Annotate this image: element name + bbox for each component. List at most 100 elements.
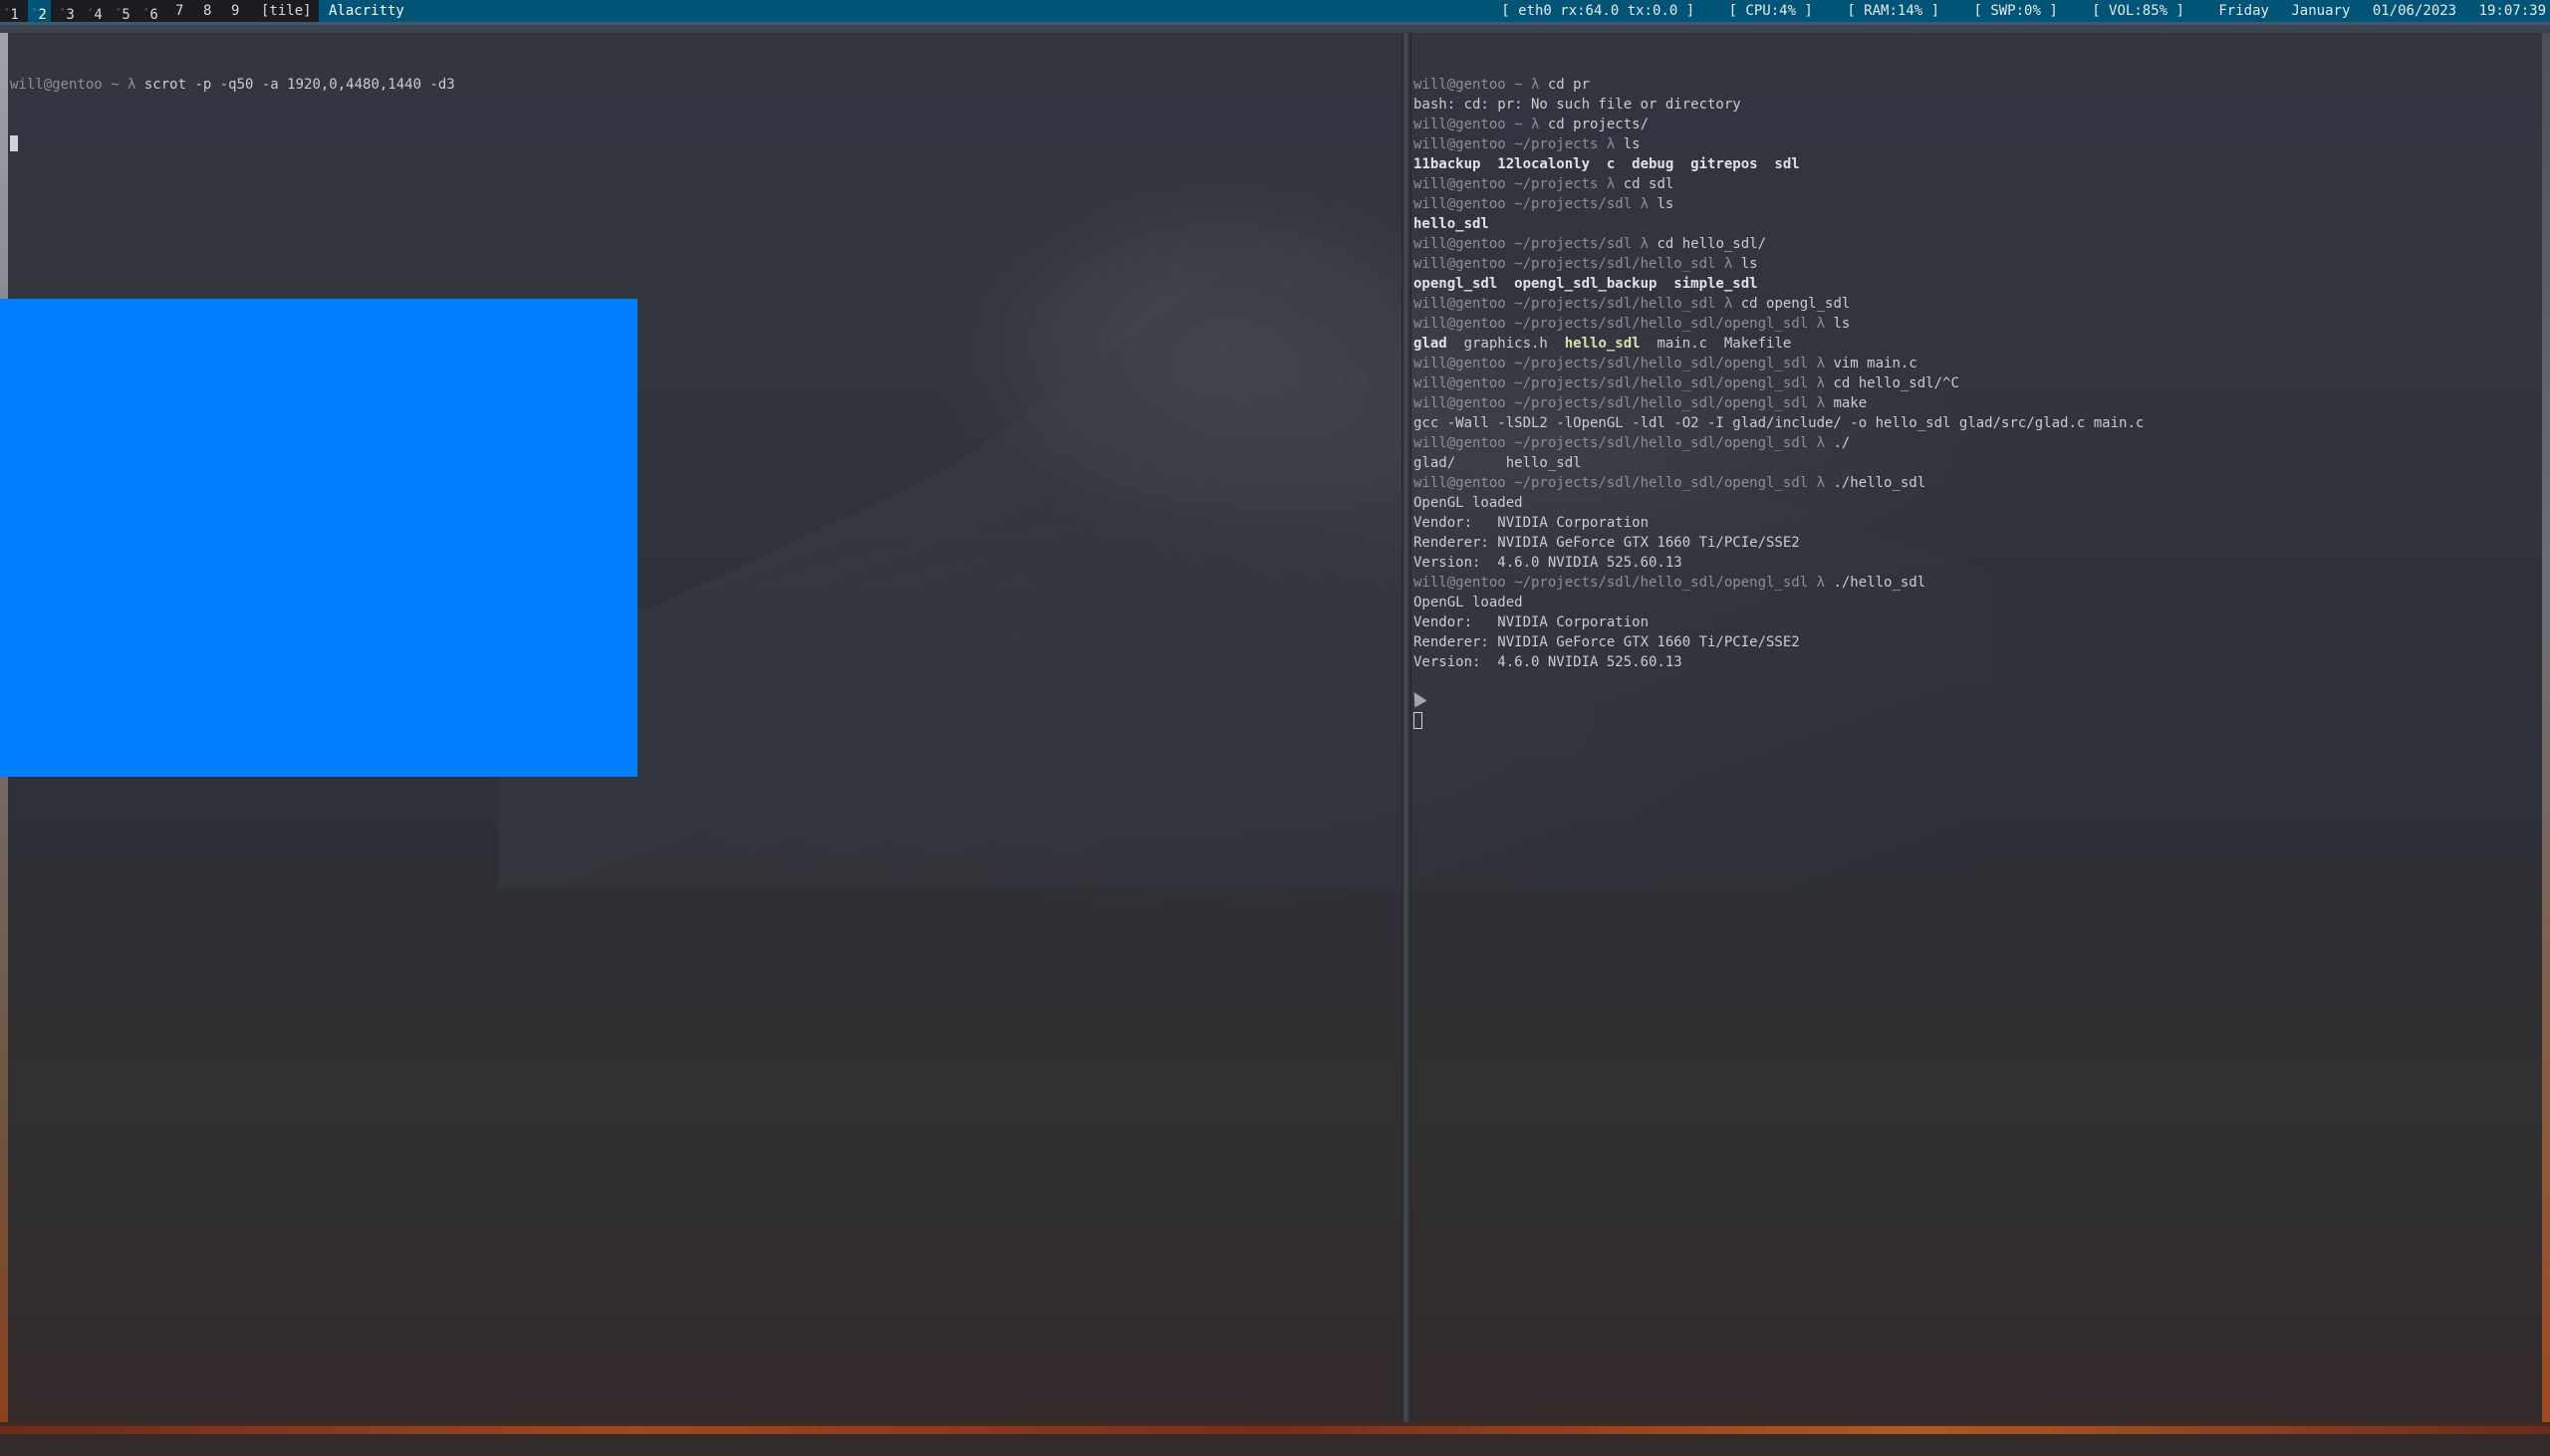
workspace-label: 1 bbox=[10, 7, 19, 23]
terminal-output-text: Renderer: NVIDIA GeForce GTX 1660 Ti/PCI… bbox=[1413, 634, 1800, 650]
workspace-occupied-indicator: ◦ bbox=[4, 6, 10, 16]
terminal-output-text: Vendor: NVIDIA Corporation bbox=[1413, 614, 1650, 630]
terminal-line: will@gentoo ~/projects/sdl/hello_sdl/ope… bbox=[1413, 473, 2540, 493]
terminal-line: will@gentoo ~ λ cd pr bbox=[1413, 75, 2540, 95]
terminal-command: cd hello_sdl/ bbox=[1649, 236, 1767, 252]
terminal-line: Version: 4.6.0 NVIDIA 525.60.13 bbox=[1413, 553, 2540, 573]
terminal-prompt: will@gentoo ~/projects/sdl/hello_sdl/ope… bbox=[1413, 395, 1826, 411]
terminal-line: Vendor: NVIDIA Corporation bbox=[1413, 612, 2540, 632]
top-bar: ◦1 ◦2 ◦3 ◦4 ◦5 ◦6 7 8 9 [tile] Alacritty [ eth0 … bbox=[0, 0, 2550, 23]
workspace-occupied-indicator: ◦ bbox=[116, 6, 122, 16]
status-date: 01/06/2023 bbox=[2372, 3, 2457, 19]
workspace-occupied-indicator: ◦ bbox=[60, 6, 66, 16]
status-swap: [ SWP:0% ] bbox=[1973, 3, 2058, 19]
terminal-prompt: will@gentoo ~ λ bbox=[1413, 117, 1540, 132]
terminal-ls-file: main.c Makefile bbox=[1640, 336, 1792, 352]
terminal-line: will@gentoo ~/projects/sdl λ cd hello_sd… bbox=[1413, 234, 2540, 254]
terminal-line: will@gentoo ~/projects/sdl λ ls bbox=[1413, 194, 2540, 214]
terminal-line: will@gentoo ~/projects/sdl/hello_sdl/ope… bbox=[1413, 314, 2540, 334]
terminal-line: will@gentoo ~ λ cd projects/ bbox=[1413, 115, 2540, 134]
terminal-prompt: will@gentoo ~/projects/sdl/hello_sdl/ope… bbox=[1413, 435, 1826, 451]
terminal-command: ls bbox=[1732, 256, 1758, 272]
workspace-label: 9 bbox=[231, 3, 240, 19]
layout-indicator[interactable]: [tile] bbox=[261, 0, 312, 22]
status-time: 19:07:39 bbox=[2478, 3, 2546, 19]
terminal-command: scrot -p -q50 -a 1920,0,4480,1440 -d3 bbox=[135, 77, 455, 93]
wallpaper-bottom-strip bbox=[0, 1426, 2550, 1434]
workspace-label: 2 bbox=[38, 7, 47, 23]
terminal-line: OpenGL loaded bbox=[1413, 593, 2540, 612]
sdl-window[interactable] bbox=[0, 299, 638, 777]
terminal-line bbox=[1413, 712, 2540, 732]
terminal-ls-output: opengl_sdl opengl_sdl_backup simple_sdl bbox=[1413, 276, 1758, 292]
terminal-command: ls bbox=[1615, 136, 1641, 152]
terminal-prompt: will@gentoo ~ λ bbox=[10, 77, 136, 93]
terminal-output-text: Version: 4.6.0 NVIDIA 525.60.13 bbox=[1413, 555, 1682, 571]
terminal-prompt: will@gentoo ~/projects/sdl/hello_sdl/ope… bbox=[1413, 375, 1826, 391]
workspace-tag-2[interactable]: ◦2 bbox=[28, 0, 51, 23]
right-edge bbox=[2542, 33, 2550, 1422]
workspace-tag-4[interactable]: ◦4 bbox=[84, 0, 107, 23]
terminal-line: will@gentoo ~/projects/sdl/hello_sdl/ope… bbox=[1413, 393, 2540, 413]
terminal-output-text: OpenGL loaded bbox=[1413, 595, 1523, 610]
terminal-line: will@gentoo ~/projects/sdl/hello_sdl λ c… bbox=[1413, 294, 2540, 314]
workspace-label: 7 bbox=[175, 3, 184, 19]
terminal-prompt: will@gentoo ~/projects/sdl λ bbox=[1413, 236, 1650, 252]
terminal-line: will@gentoo ~/projects/sdl/hello_sdl/ope… bbox=[1413, 433, 2540, 453]
terminal-prompt: will@gentoo ~ λ bbox=[1413, 77, 1540, 93]
workspace-label: 8 bbox=[203, 3, 212, 19]
terminal-cursor bbox=[10, 135, 18, 151]
terminal-line: will@gentoo ~/projects/sdl/hello_sdl/ope… bbox=[1413, 354, 2540, 373]
workspace-tag-7[interactable]: 7 bbox=[171, 0, 187, 22]
terminal-line: will@gentoo ~/projects/sdl/hello_sdl λ l… bbox=[1413, 254, 2540, 274]
terminal-line: OpenGL loaded bbox=[1413, 493, 2540, 513]
terminal-output-text: bash: cd: pr: No such file or directory bbox=[1413, 97, 1741, 113]
terminal-line: will@gentoo ~/projects/sdl/hello_sdl/ope… bbox=[1413, 573, 2540, 593]
terminal-line: will@gentoo ~/projects λ cd sdl bbox=[1413, 174, 2540, 194]
status-cpu: [ CPU:4% ] bbox=[1728, 3, 1813, 19]
workspace-tag-1[interactable]: ◦1 bbox=[0, 0, 23, 23]
terminal-command: make bbox=[1825, 395, 1868, 411]
workspace-label: 5 bbox=[122, 7, 130, 23]
window-title: Alacritty bbox=[329, 3, 404, 19]
terminal-prompt: will@gentoo ~/projects λ bbox=[1413, 176, 1616, 192]
terminal-command: ./hello_sdl bbox=[1825, 475, 1926, 491]
terminal-output-text: glad/ hello_sdl bbox=[1413, 455, 1582, 471]
terminal-prompt: will@gentoo ~/projects/sdl/hello_sdl/ope… bbox=[1413, 356, 1826, 371]
terminal-command: ./ bbox=[1825, 435, 1851, 451]
terminal-output-text: Version: 4.6.0 NVIDIA 525.60.13 bbox=[1413, 654, 1682, 670]
terminal-ls-dir: glad bbox=[1413, 336, 1447, 352]
terminal-line: bash: cd: pr: No such file or directory bbox=[1413, 95, 2540, 115]
terminal-command: cd sdl bbox=[1615, 176, 1674, 192]
workspace-tag-9[interactable]: 9 bbox=[227, 0, 243, 22]
terminal-prompt: will@gentoo ~/projects/sdl/hello_sdl λ bbox=[1413, 296, 1733, 312]
status-month: January bbox=[2291, 3, 2351, 19]
terminal-command: cd hello_sdl/^C bbox=[1825, 375, 1959, 391]
workspace-tag-5[interactable]: ◦5 bbox=[112, 0, 134, 23]
terminal-line: will@gentoo ~/projects/sdl/hello_sdl/ope… bbox=[1413, 373, 2540, 393]
terminal-ls-output: hello_sdl bbox=[1413, 216, 1489, 232]
workspace-occupied-indicator: ◦ bbox=[143, 6, 149, 16]
window-divider[interactable] bbox=[1402, 33, 1411, 1422]
status-ram: [ RAM:14% ] bbox=[1847, 3, 1940, 19]
terminal-command: ls bbox=[1825, 316, 1851, 332]
terminal-line: hello_sdl bbox=[1413, 214, 2540, 234]
terminal-output-text: Renderer: NVIDIA GeForce GTX 1660 Ti/PCI… bbox=[1413, 535, 1800, 551]
workspace-occupied-indicator: ◦ bbox=[32, 6, 38, 16]
terminal-ls-file: graphics.h bbox=[1446, 336, 1565, 352]
status-volume: [ VOL:85% ] bbox=[2092, 3, 2184, 19]
workspace-tag-8[interactable]: 8 bbox=[199, 0, 215, 22]
terminal-output: will@gentoo ~ λ cd pr bash: cd: pr: No su… bbox=[1413, 75, 2540, 672]
workspace-tag-3[interactable]: ◦3 bbox=[56, 0, 79, 23]
terminal-output-text: gcc -Wall -lSDL2 -lOpenGL -ldl -O2 -I gl… bbox=[1413, 415, 2145, 431]
terminal-command: cd projects/ bbox=[1539, 117, 1650, 132]
terminal-cursor bbox=[1413, 712, 1422, 729]
top-bar-divider bbox=[0, 22, 2550, 25]
terminal-line: 11backup 12localonly c debug gitrepos sd… bbox=[1413, 154, 2540, 174]
terminal-right[interactable]: will@gentoo ~ λ cd pr bash: cd: pr: No su… bbox=[1411, 33, 2542, 1422]
workspace-tag-6[interactable]: ◦6 bbox=[139, 0, 162, 23]
terminal-output-text: Vendor: NVIDIA Corporation bbox=[1413, 515, 1650, 531]
terminal-command: cd pr bbox=[1539, 77, 1591, 93]
workspace-label: 6 bbox=[149, 7, 158, 23]
terminal-ls-executable: hello_sdl bbox=[1564, 336, 1641, 352]
